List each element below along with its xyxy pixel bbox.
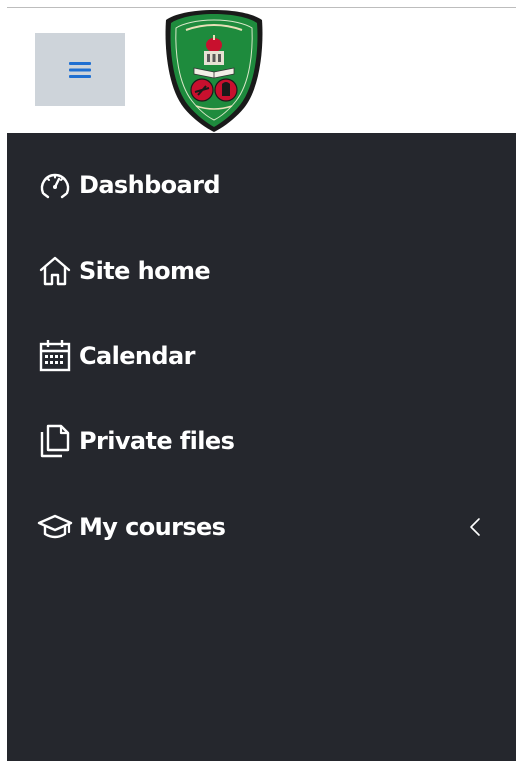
- sidebar-item-private-files[interactable]: Private files: [7, 411, 516, 471]
- sidebar-item-label: Calendar: [79, 342, 195, 370]
- sidebar-item-dashboard[interactable]: Dashboard: [7, 155, 516, 215]
- file-icon: [35, 421, 75, 461]
- site-header: [7, 8, 516, 133]
- dashboard-gauge-icon: [35, 165, 75, 205]
- home-icon: [35, 251, 75, 291]
- sidebar-item-my-courses[interactable]: My courses: [7, 497, 516, 557]
- page-frame: Dashboard Site home Calendar Private fil…: [0, 0, 516, 761]
- graduation-cap-icon: [35, 507, 75, 547]
- sidebar-item-label: My courses: [79, 513, 226, 541]
- sidebar-item-calendar[interactable]: Calendar: [7, 326, 516, 386]
- university-crest-logo[interactable]: [162, 8, 266, 133]
- sidebar-item-label: Private files: [79, 427, 235, 455]
- sidebar-item-label: Site home: [79, 257, 211, 285]
- sidebar-nav: Dashboard Site home Calendar Private fil…: [7, 133, 516, 761]
- menu-toggle-button[interactable]: [35, 33, 125, 106]
- hamburger-icon: [69, 61, 91, 78]
- calendar-icon: [35, 336, 75, 376]
- chevron-left-icon[interactable]: [465, 512, 485, 542]
- sidebar-item-label: Dashboard: [79, 171, 221, 199]
- left-edge: [0, 0, 7, 761]
- sidebar-item-site-home[interactable]: Site home: [7, 241, 516, 301]
